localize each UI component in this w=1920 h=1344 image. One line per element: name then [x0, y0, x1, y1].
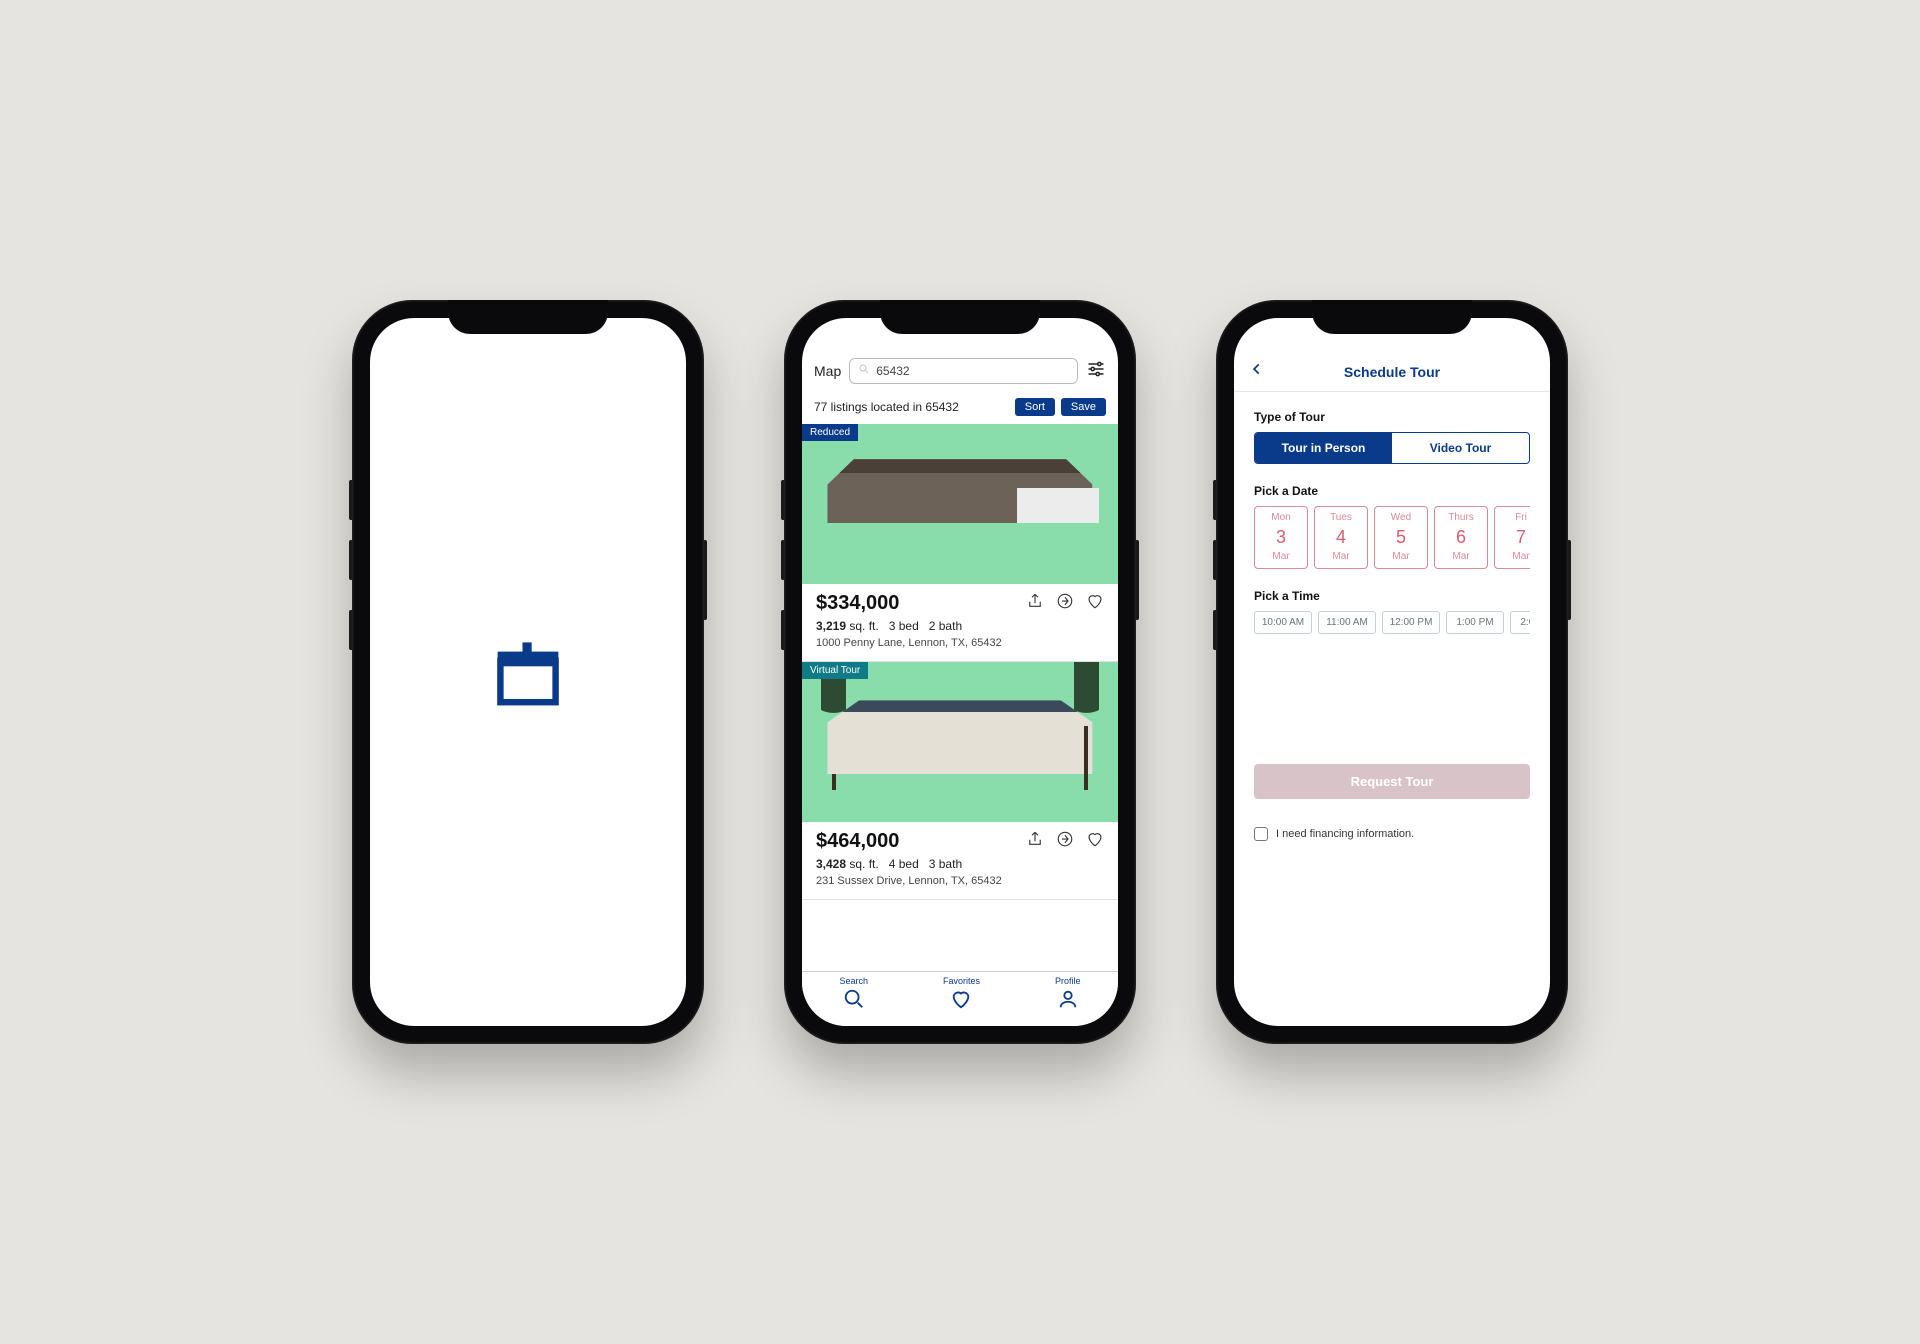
listing-price: $334,000: [816, 592, 899, 615]
date-option[interactable]: Mon3Mar: [1254, 506, 1308, 569]
listing-card[interactable]: Virtual Tour $464,000: [802, 662, 1118, 900]
tab-profile[interactable]: Profile: [1055, 976, 1081, 1012]
search-icon: [843, 988, 865, 1012]
time-option[interactable]: 12:00 PM: [1382, 611, 1440, 634]
share-icon[interactable]: [1026, 592, 1044, 615]
listing-photo: [802, 662, 1118, 822]
date-option[interactable]: Wed5Mar: [1374, 506, 1428, 569]
person-icon: [1057, 988, 1079, 1012]
results-count: 77 listings located in 65432: [814, 400, 959, 414]
request-tour-button[interactable]: Request Tour: [1254, 764, 1530, 799]
tab-label: Search: [839, 976, 868, 986]
phone-mockup-splash: [352, 300, 704, 1044]
time-option[interactable]: 11:00 AM: [1318, 611, 1376, 634]
splash-screen: [370, 318, 686, 1026]
date-option[interactable]: Thurs6Mar: [1434, 506, 1488, 569]
search-icon: [858, 362, 876, 380]
share-icon[interactable]: [1026, 830, 1044, 853]
pick-date-section: Pick a Date Mon3Mar Tues4Mar Wed5Mar Thu…: [1254, 484, 1530, 569]
date-option[interactable]: Tues4Mar: [1314, 506, 1368, 569]
splash-content: [370, 318, 686, 1026]
time-option[interactable]: 10:00 AM: [1254, 611, 1312, 634]
seg-tour-video[interactable]: Video Tour: [1392, 433, 1529, 463]
phone-mockup-schedule: Schedule Tour Type of Tour Tour in Perso…: [1216, 300, 1568, 1044]
listing-info: $334,000 3,219 sq. ft. 3 bed 2 bath 1000…: [802, 584, 1118, 662]
schedule-body: Type of Tour Tour in Person Video Tour P…: [1234, 392, 1550, 841]
search-value: 65432: [876, 364, 909, 378]
listing-badge: Reduced: [802, 424, 858, 441]
heart-icon[interactable]: [1086, 592, 1104, 615]
directions-icon[interactable]: [1056, 830, 1074, 853]
listing-address: 1000 Penny Lane, Lennon, TX, 65432: [816, 637, 1104, 649]
section-label: Type of Tour: [1254, 410, 1530, 424]
search-input[interactable]: 65432: [849, 358, 1078, 384]
save-search-button[interactable]: Save: [1061, 398, 1106, 416]
financing-label: I need financing information.: [1276, 828, 1414, 840]
listing-photo: [802, 424, 1118, 584]
tab-bar: Search Favorites Profile: [802, 971, 1118, 1026]
phone-notch: [448, 300, 608, 334]
time-option[interactable]: 2:00 PM: [1510, 611, 1530, 634]
time-option[interactable]: 1:00 PM: [1446, 611, 1504, 634]
map-toggle[interactable]: Map: [814, 363, 841, 379]
tab-label: Favorites: [943, 976, 980, 986]
time-picker-row[interactable]: 10:00 AM 11:00 AM 12:00 PM 1:00 PM 2:00 …: [1254, 611, 1530, 634]
tour-type-segmented: Tour in Person Video Tour: [1254, 432, 1530, 464]
tab-label: Profile: [1055, 976, 1081, 986]
phone-mockup-listings: Map 65432 77 listings located in 65432 S…: [784, 300, 1136, 1044]
date-picker-row[interactable]: Mon3Mar Tues4Mar Wed5Mar Thurs6Mar Fri7M…: [1254, 506, 1530, 569]
listing-info: $464,000 3,428 sq. ft. 4 bed 3 bath 231 …: [802, 822, 1118, 900]
tab-favorites[interactable]: Favorites: [943, 976, 980, 1012]
sort-button[interactable]: Sort: [1015, 398, 1055, 416]
listing-price: $464,000: [816, 830, 899, 853]
filter-icon[interactable]: [1086, 359, 1106, 384]
date-option[interactable]: Fri7Mar: [1494, 506, 1530, 569]
seg-tour-person[interactable]: Tour in Person: [1255, 433, 1392, 463]
section-label: Pick a Time: [1254, 589, 1530, 603]
house-logo-icon: [482, 624, 574, 721]
heart-icon: [950, 988, 972, 1012]
results-bar: 77 listings located in 65432 Sort Save: [802, 392, 1118, 424]
schedule-screen: Schedule Tour Type of Tour Tour in Perso…: [1234, 318, 1550, 1026]
pick-time-section: Pick a Time 10:00 AM 11:00 AM 12:00 PM 1…: [1254, 589, 1530, 634]
listing-badge: Virtual Tour: [802, 662, 868, 679]
listing-card[interactable]: Reduced $334,000 3,219: [802, 424, 1118, 662]
listing-scroll[interactable]: Reduced $334,000 3,219: [802, 424, 1118, 971]
listing-address: 231 Sussex Drive, Lennon, TX, 65432: [816, 875, 1104, 887]
directions-icon[interactable]: [1056, 592, 1074, 615]
tour-type-section: Type of Tour Tour in Person Video Tour: [1254, 410, 1530, 464]
page-title: Schedule Tour: [1250, 364, 1534, 380]
phone-notch: [1312, 300, 1472, 334]
phone-notch: [880, 300, 1040, 334]
financing-checkbox-row[interactable]: I need financing information.: [1254, 827, 1530, 841]
tab-search[interactable]: Search: [839, 976, 868, 1012]
checkbox-icon[interactable]: [1254, 827, 1268, 841]
heart-icon[interactable]: [1086, 830, 1104, 853]
section-label: Pick a Date: [1254, 484, 1530, 498]
listings-screen: Map 65432 77 listings located in 65432 S…: [802, 318, 1118, 1026]
